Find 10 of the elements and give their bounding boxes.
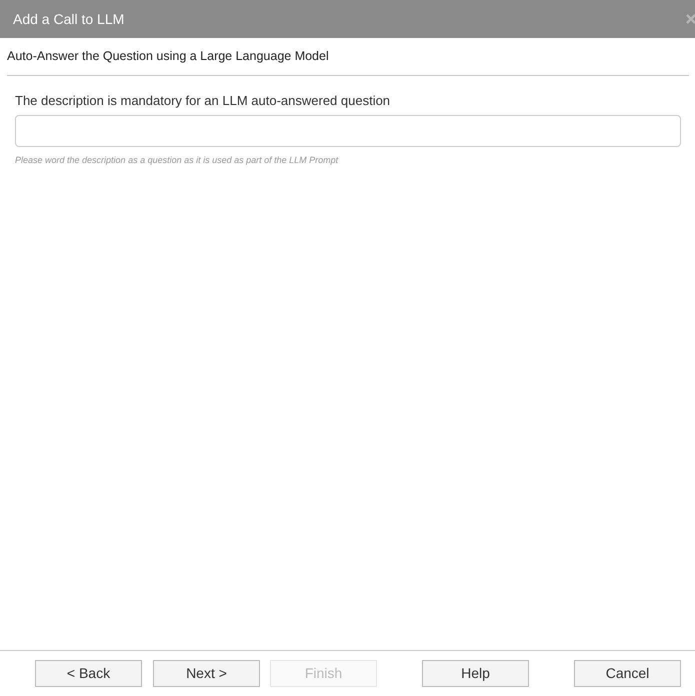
wizard-button[interactable]: Next > <box>153 660 260 686</box>
description-field[interactable] <box>15 115 681 147</box>
window-title: Add a Call to LLM <box>13 11 124 27</box>
field-hint: Please word the description as a question as it is used as part of the LLM Prompt <box>15 155 340 165</box>
wizard-button[interactable]: < Back <box>35 660 142 686</box>
wizard-button[interactable]: Cancel <box>574 660 681 686</box>
wizard-button[interactable]: Help <box>422 660 529 686</box>
close-icon[interactable] <box>686 14 695 24</box>
section-heading: Auto-Answer the Question using a Large Language Model <box>6 48 330 65</box>
field-label: The description is mandatory for an LLM auto-answered question <box>15 93 392 108</box>
